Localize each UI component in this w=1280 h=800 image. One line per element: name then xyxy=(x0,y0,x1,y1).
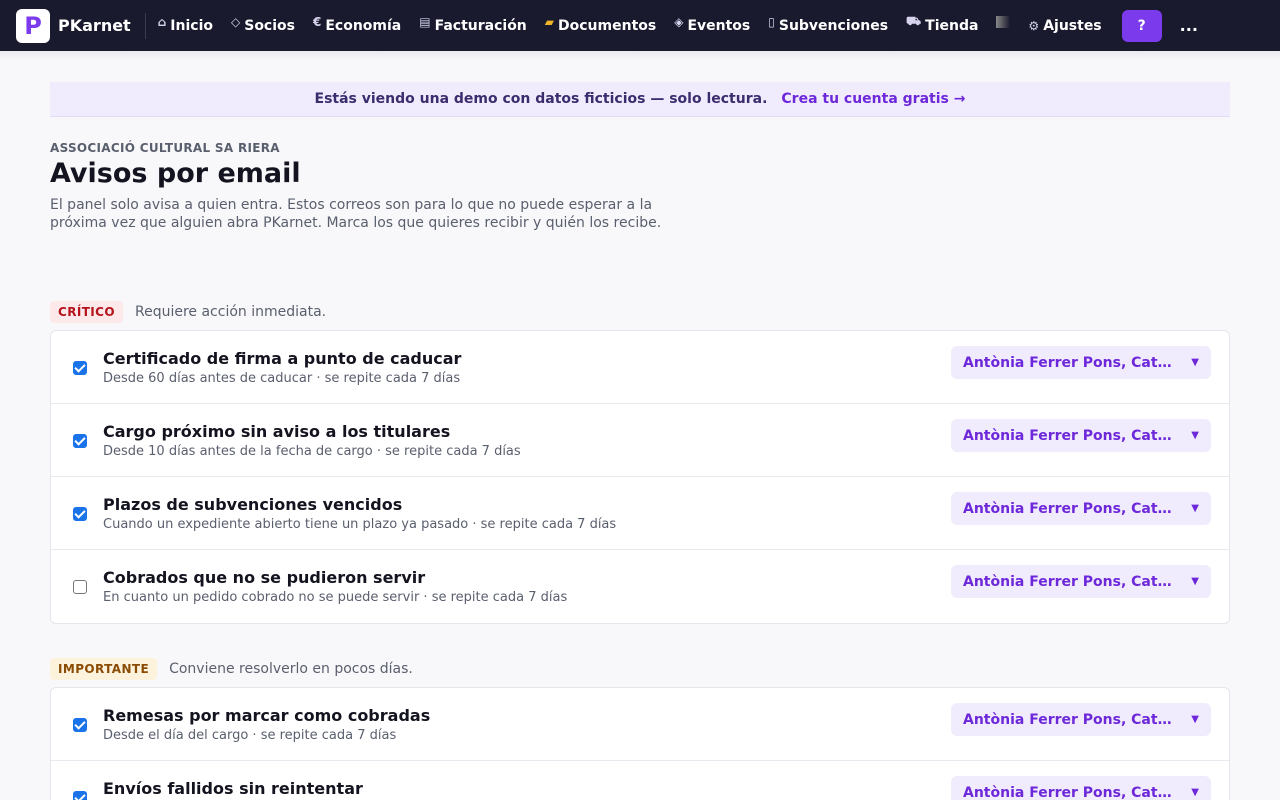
alert-checkbox[interactable] xyxy=(73,791,87,800)
chevron-down-icon: ▼ xyxy=(1191,714,1199,725)
scroll-shadow xyxy=(0,51,1280,61)
nav-label: Economía xyxy=(325,17,402,34)
cart-icon: ⛟ xyxy=(906,13,922,28)
recipients-select[interactable]: Antònia Ferrer Pons, Caterina ▼ xyxy=(951,776,1211,800)
nav-divider xyxy=(144,12,146,39)
nav-item-tienda[interactable]: ⛟ Tienda xyxy=(906,14,979,34)
section-note: Conviene resolverlo en pocos días. xyxy=(169,661,413,677)
grants-icon: ▯ xyxy=(768,14,775,29)
alert-checkbox[interactable] xyxy=(73,507,87,521)
alert-row: Cargo próximo sin aviso a los titulares … xyxy=(51,404,1229,477)
alert-title: Remesas por marcar como cobradas xyxy=(103,706,431,725)
chevron-down-icon: ▼ xyxy=(1191,787,1199,798)
nav-item-economia[interactable]: € Economía xyxy=(312,14,402,34)
alert-title: Cargo próximo sin aviso a los titulares xyxy=(103,422,451,441)
nav-item-subvenciones[interactable]: ▯ Subvenciones xyxy=(768,14,889,34)
main-nav: ⌂ Inicio ◇ Socios € Economía ▤ Facturaci… xyxy=(157,14,1120,34)
nav-label: Socios xyxy=(244,17,295,34)
nav-item-inicio[interactable]: ⌂ Inicio xyxy=(157,14,213,34)
alert-subtitle: En cuanto un pedido cobrado no se puede … xyxy=(103,590,568,605)
alert-checkbox[interactable] xyxy=(73,361,87,375)
alert-title: Envíos fallidos sin reintentar xyxy=(103,779,363,798)
priority-badge: IMPORTANTE xyxy=(50,658,158,680)
brand-name[interactable]: PKarnet xyxy=(58,16,131,35)
nav-label: Documentos xyxy=(558,17,657,34)
recipients-select[interactable]: Antònia Ferrer Pons, Caterina ▼ xyxy=(951,703,1211,736)
recipients-value: Antònia Ferrer Pons, Caterina xyxy=(963,354,1177,371)
nav-item-documentos[interactable]: ▰ Documentos xyxy=(544,14,657,34)
logo-letter: P xyxy=(24,11,42,40)
chevron-down-icon: ▼ xyxy=(1191,430,1199,441)
nav-label: Ajustes xyxy=(1043,17,1102,34)
alert-row: Certificado de firma a punto de caducar … xyxy=(51,331,1229,404)
recipients-value: Antònia Ferrer Pons, Caterina xyxy=(963,573,1177,590)
alert-row: Cobrados que no se pudieron servir En cu… xyxy=(51,550,1229,623)
home-icon: ⌂ xyxy=(157,14,167,29)
nav-label: Subvenciones xyxy=(778,17,889,34)
alert-row: Plazos de subvenciones vencidos Cuando u… xyxy=(51,477,1229,550)
chevron-down-icon: ▼ xyxy=(1191,576,1199,587)
alert-subtitle: Desde el día del cargo · se repite cada … xyxy=(103,728,397,743)
top-navbar: P PKarnet ⌂ Inicio ◇ Socios € Economía ▤… xyxy=(0,0,1280,51)
nav-item-ajustes[interactable]: ⚙ Ajustes xyxy=(1028,18,1101,34)
alerts-card-importante: Remesas por marcar como cobradas Desde e… xyxy=(50,687,1230,800)
gear-icon: ⚙ xyxy=(1028,18,1040,33)
alerts-card-critico: Certificado de firma a punto de caducar … xyxy=(50,330,1230,624)
recipients-select[interactable]: Antònia Ferrer Pons, Caterina ▼ xyxy=(951,492,1211,525)
nav-label: Facturación xyxy=(434,17,527,34)
alert-subtitle: Desde 10 días antes de la fecha de cargo… xyxy=(103,444,521,459)
priority-badge: CRÍTICO xyxy=(50,301,123,323)
demo-banner-text: Estás viendo una demo con datos ficticio… xyxy=(314,91,768,107)
recipients-value: Antònia Ferrer Pons, Caterina xyxy=(963,500,1177,517)
event-icon: ◈ xyxy=(674,14,684,29)
alert-checkbox[interactable] xyxy=(73,580,87,594)
page-title: Avisos por email xyxy=(50,158,301,189)
page-description: El panel solo avisa a quien entra. Estos… xyxy=(50,197,662,231)
demo-banner: Estás viendo una demo con datos ficticio… xyxy=(50,82,1230,117)
chevron-down-icon: ▼ xyxy=(1191,357,1199,368)
section-note: Requiere acción inmediata. xyxy=(134,304,327,320)
recipients-value: Antònia Ferrer Pons, Caterina xyxy=(963,784,1177,800)
create-account-link[interactable]: Crea tu cuenta gratis → xyxy=(781,91,965,107)
more-menu-button[interactable]: ... xyxy=(1180,16,1198,35)
nav-label: Tienda xyxy=(925,17,979,34)
recipients-select[interactable]: Antònia Ferrer Pons, Caterina ▼ xyxy=(951,419,1211,452)
alert-row: Envíos fallidos sin reintentar Antònia F… xyxy=(51,761,1229,800)
folder-icon: ▰ xyxy=(544,14,555,29)
alert-subtitle: Desde 60 días antes de caducar · se repi… xyxy=(103,371,461,386)
diamond-icon: ◇ xyxy=(231,14,241,29)
recipients-select[interactable]: Antònia Ferrer Pons, Caterina ▼ xyxy=(951,346,1211,379)
nav-item-socios[interactable]: ◇ Socios xyxy=(231,14,295,34)
chevron-down-icon: ▼ xyxy=(1191,503,1199,514)
alert-checkbox[interactable] xyxy=(73,718,87,732)
help-button[interactable]: ? xyxy=(1121,9,1162,42)
nav-overflow-fade xyxy=(996,15,1011,28)
nav-item-facturacion[interactable]: ▤ Facturación xyxy=(419,14,527,34)
alert-row: Remesas por marcar como cobradas Desde e… xyxy=(51,688,1229,761)
invoice-icon: ▤ xyxy=(419,14,431,29)
recipients-value: Antònia Ferrer Pons, Caterina xyxy=(963,427,1177,444)
alert-checkbox[interactable] xyxy=(73,434,87,448)
alert-title: Plazos de subvenciones vencidos xyxy=(103,495,403,514)
euro-icon: € xyxy=(312,14,322,29)
nav-label: Eventos xyxy=(687,17,751,34)
recipients-value: Antònia Ferrer Pons, Caterina xyxy=(963,711,1177,728)
alert-title: Cobrados que no se pudieron servir xyxy=(103,568,426,587)
section-header-importante: IMPORTANTE Conviene resolverlo en pocos … xyxy=(50,658,413,680)
alert-title: Certificado de firma a punto de caducar xyxy=(103,349,462,368)
alert-subtitle: Cuando un expediente abierto tiene un pl… xyxy=(103,517,617,532)
recipients-select[interactable]: Antònia Ferrer Pons, Caterina ▼ xyxy=(951,565,1211,598)
nav-label: Inicio xyxy=(170,17,213,34)
organization-name: ASSOCIACIÓ CULTURAL SA RIERA xyxy=(50,141,280,155)
nav-item-eventos[interactable]: ◈ Eventos xyxy=(674,14,751,34)
logo[interactable]: P xyxy=(16,8,50,43)
section-header-critico: CRÍTICO Requiere acción inmediata. xyxy=(50,301,326,323)
